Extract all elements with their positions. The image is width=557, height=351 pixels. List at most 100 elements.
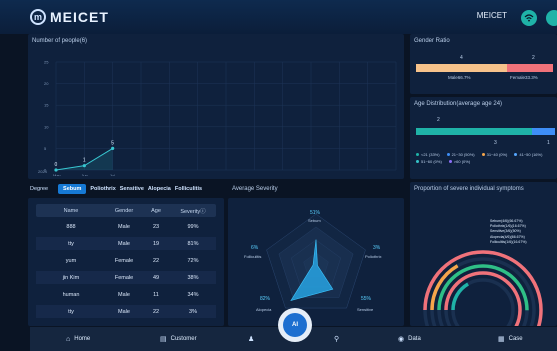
sev-value-folliculitis: 6% [251,245,259,251]
severity-title: Average Severity [232,186,278,192]
cell-gender: Female [114,257,134,264]
data-icon: ◉ [398,336,405,343]
table-row[interactable]: yum Female 22 72% [36,254,216,267]
symptoms-legend: Sebum(4/6)(66.67%) Poliothrix(1/6)(16.67%… [490,219,527,245]
male-label: Male66.7% [448,75,471,80]
cell-gender: Male [118,291,130,298]
nav-case-label: Case [508,336,523,342]
legend-dot-icon [514,153,518,157]
settings-icon[interactable] [546,10,557,26]
age-legend-label: 51~60 (0%) [421,159,442,164]
cell-severity: 81% [187,240,199,247]
age-legend-item: 21~30 (50%) [446,152,475,157]
age-legend-label: 31~40 (0%) [486,152,508,157]
sev-value-sensitive: 55% [361,296,372,302]
tab-sensitive[interactable]: Sensitive [120,186,144,192]
nav-search[interactable]: ⚲ [334,335,339,343]
data-label: 0 [55,162,58,168]
ai-fab-button[interactable]: AI [278,308,312,342]
male-bar [416,64,508,72]
header-severity[interactable]: Severityⓘ [170,207,216,215]
severity-panel: Average Severity 51% Sebum 3% Poliothrix… [228,186,404,326]
case-icon: ▦ [498,336,505,343]
nav-customer[interactable]: ▤ Customer [160,335,197,343]
data-point[interactable] [111,146,115,150]
tab-folliculitis[interactable]: Folliculitis [175,186,202,192]
y-tick-label: 10 [44,124,49,129]
nav-user[interactable]: ♟ [248,335,254,343]
age-legend-item: 51~60 (0%) [416,159,442,164]
people-panel: Number of people(6) 25 20 15 10 5 0 May Jun Jul… [28,34,404,179]
age-right-value: 1 [547,140,550,146]
logo-text: MEICET [50,9,109,25]
header-name: Name [63,207,79,214]
table-row[interactable]: jin Kim Female 49 38% [36,271,216,284]
cell-severity: 99% [187,223,199,230]
data-point[interactable] [82,164,86,168]
age-bar-segment [531,128,555,135]
table-row[interactable]: tty Male 22 3% [36,305,216,318]
cell-name: tty [68,240,74,247]
y-tick-label: 20 [44,81,49,86]
y-tick-label: 25 [44,60,49,65]
legend-dot-icon [416,153,419,157]
nav-data-label: Data [408,336,421,342]
y-tick-label: 15 [44,103,49,108]
nav-home-label: Home [74,336,91,342]
cell-severity: 72% [187,257,199,264]
data-label: 1 [83,158,86,164]
customer-icon: ▤ [160,336,167,343]
cell-age: 23 [152,223,160,230]
ai-fab-inner: AI [283,313,307,337]
people-line-chart: 2520151050 May Jun Jul2024 015 [38,60,397,176]
gender-title: Gender Ratio [414,38,450,44]
legend-dot-icon [446,153,450,157]
data-point[interactable] [54,168,58,172]
nav-data[interactable]: ◉ Data [398,335,421,343]
account-name[interactable]: MEICET [477,11,507,20]
wifi-icon[interactable] [521,10,537,26]
age-legend-label: <21 (33%) [421,152,440,157]
y-tick-label: 5 [44,146,47,151]
table-row[interactable]: tty Male 19 81% [36,237,216,250]
cell-severity: 34% [187,291,199,298]
table-header: Name Gender Age Severityⓘ [36,204,216,217]
sev-name-folliculitis: Folliculitis [244,254,262,259]
cell-gender: Male [118,223,130,230]
age-legend-label: >60 (0%) [453,159,471,164]
age-mid-value: 3 [494,140,497,146]
nav-case[interactable]: ▦ Case [498,335,523,343]
cell-age: 11 [153,291,159,298]
table-row[interactable]: human Male 11 34% [36,288,216,301]
cell-age: 22 [152,308,160,315]
cell-name: yum [65,257,77,264]
left-margin [0,34,28,351]
tab-poliothrix[interactable]: Poliothrix [90,186,115,192]
cell-name: human [62,291,80,298]
tab-sebum[interactable]: Sebum [58,184,87,194]
legend-dot-icon [416,160,419,164]
sev-name-poliothrix: Poliothrix [365,254,382,259]
age-panel: Age Distribution(average age 24) 2 3 1 <… [410,97,557,179]
sev-name-sensitive: Sensitive [357,307,374,312]
age-legend-item: >60 (0%) [448,159,471,164]
sev-name-alopecia: Alopecia [256,307,272,312]
sev-value-alopecia: 82% [260,296,271,302]
degree-tabs: Degree Sebum Poliothrix Sensitive Alopec… [30,184,202,194]
people-title: Number of people(6) [32,38,88,44]
top-bar: m MEICET MEICET [0,0,557,34]
symptoms-panel: Proportion of severe individual symptoms… [410,182,557,326]
cell-gender: Male [118,240,130,247]
legend-dot-icon [448,160,452,164]
age-title: Age Distribution(average age 24) [414,101,503,107]
symptoms-rings [423,250,543,326]
cell-age: 49 [152,274,160,281]
nav-home[interactable]: ⌂ Home [66,336,90,343]
cell-name: jin Kim [62,274,80,281]
female-label: Female33.3% [510,75,538,80]
cell-name: tty [68,308,74,315]
tab-alopecia[interactable]: Alopecia [148,186,171,192]
cell-severity: 38% [187,274,199,281]
table-row[interactable]: 888 Male 23 99% [36,220,216,233]
header-age: Age [151,207,161,214]
